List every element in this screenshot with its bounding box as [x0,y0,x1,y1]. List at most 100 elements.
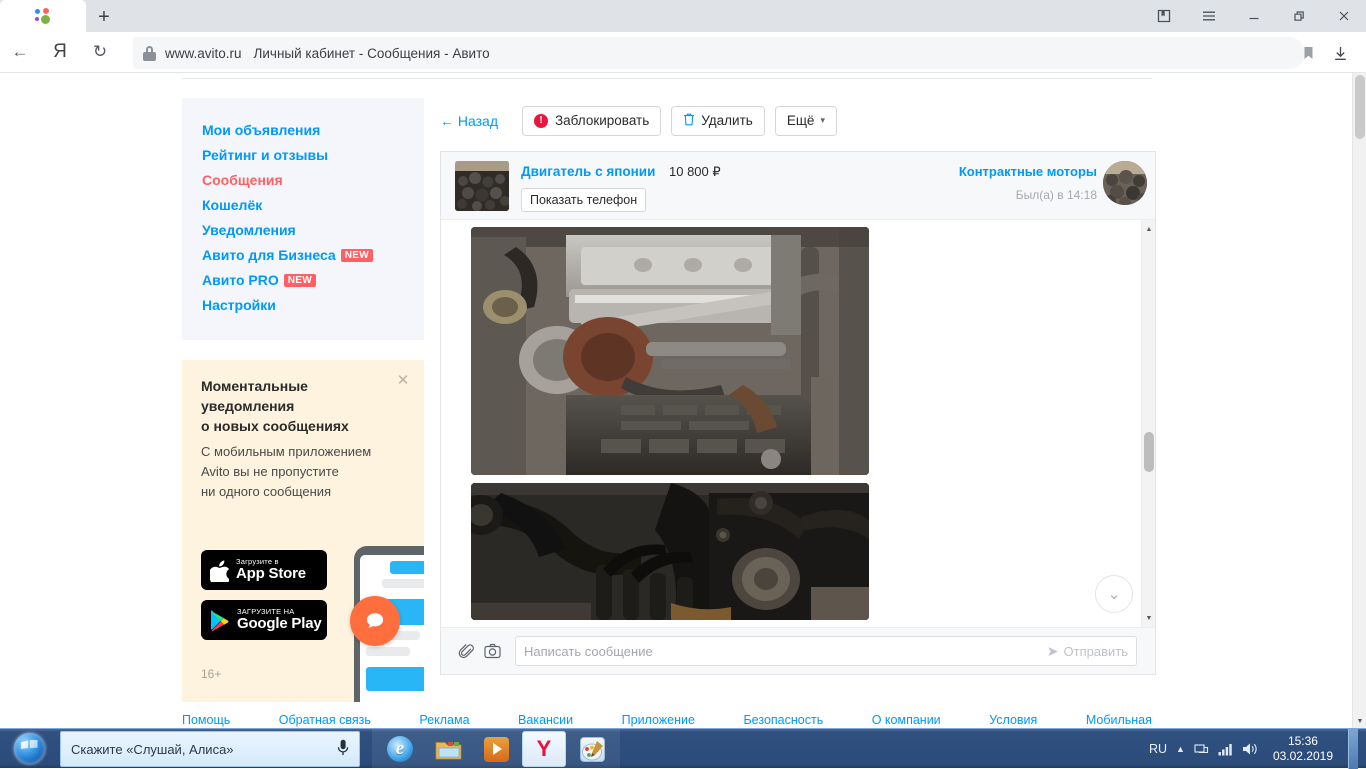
footer-link[interactable]: Условия [989,713,1037,727]
page-scroll-down-arrow[interactable]: ▼ [1353,714,1366,728]
footer-link[interactable]: Безопасность [743,713,823,727]
back-button[interactable]: ← [0,32,40,73]
chat-panel: Двигатель с японии 10 800 ₽ Показать тел… [440,151,1156,675]
seller-avatar[interactable] [1103,161,1147,205]
back-to-list-link[interactable]: ← Назад [440,113,498,129]
footer-link[interactable]: О компании [872,713,941,727]
show-desktop-button[interactable] [1348,729,1358,769]
address-bar[interactable]: www.avito.ru Личный кабинет - Сообщения … [133,37,1305,69]
reload-button[interactable]: ↻ [80,32,120,73]
promo-body-line1: С мобильным приложением [201,442,401,462]
start-button[interactable] [4,730,54,767]
footer-link[interactable]: Помощь [182,713,230,727]
item-title-link[interactable]: Двигатель с японии [521,164,655,179]
block-button-label: Заблокировать [555,113,649,128]
sidebar-item-wallet[interactable]: Кошелёк [202,193,424,218]
chat-column: ← Назад ! Заблокировать Удалить Ещё ▾ [440,98,1156,675]
item-thumbnail[interactable] [455,161,509,211]
block-icon: ! [534,114,548,128]
sidebar-item-avito-pro[interactable]: Авито PRONEW [202,268,424,293]
age-rating: 16+ [201,667,221,681]
block-user-button[interactable]: ! Заблокировать [522,106,661,136]
app-store-badge[interactable]: Загрузите в App Store [201,550,327,590]
app-store-big: App Store [236,566,306,582]
taskbar-clock[interactable]: 15:36 03.02.2019 [1273,734,1333,764]
message-image-2[interactable] [471,483,869,620]
page-scrollbar-thumb[interactable] [1355,75,1365,139]
chat-bubble-icon [350,596,400,646]
promo-title: Моментальные уведомления о новых сообщен… [201,376,376,436]
microphone-icon[interactable] [337,739,349,760]
chat-scrollbar[interactable]: ▲ ▼ [1141,220,1155,627]
sidebar-item-label: Рейтинг и отзывы [202,147,328,163]
sidebar-item-my-ads[interactable]: Мои объявления [202,118,424,143]
scrollbar-up-arrow[interactable]: ▲ [1142,222,1156,236]
close-button[interactable] [1321,0,1366,32]
footer-link[interactable]: Обратная связь [279,713,371,727]
page-top-divider [182,78,1152,79]
taskbar-app-yandex-browser[interactable]: Y [522,731,566,767]
google-play-text: ЗАГРУЗИТЕ НА Google Play [237,608,322,632]
browser-menu-icon[interactable] [1186,0,1231,32]
more-actions-button[interactable]: Ещё ▾ [775,106,837,136]
attach-file-icon[interactable] [453,638,479,664]
sidebar-item-label: Авито PRO [202,272,279,288]
alice-search-bar[interactable]: Скажите «Слушай, Алиса» [60,731,360,767]
bookmark-star[interactable] [1301,37,1316,69]
promo-body-line3: ни одного сообщения [201,482,401,502]
volume-icon[interactable] [1242,742,1258,756]
sidebar-nav: Мои объявления Рейтинг и отзывы Сообщени… [182,98,424,340]
new-tab-button[interactable]: + [86,2,122,32]
restore-button[interactable] [1276,0,1321,32]
browser-tab-avito[interactable] [0,0,86,32]
message-input[interactable] [524,644,1136,659]
chat-scrollbar-thumb[interactable] [1144,432,1154,472]
attach-photo-icon[interactable] [479,638,505,664]
footer-link[interactable]: Приложение [622,713,695,727]
show-phone-button[interactable]: Показать телефон [521,188,646,212]
sidebar-item-messages[interactable]: Сообщения [202,168,424,193]
footer-link[interactable]: Вакансии [518,713,573,727]
delete-chat-button[interactable]: Удалить [671,106,765,136]
page-viewport: Мои объявления Рейтинг и отзывы Сообщени… [0,73,1352,728]
bookmarks-manager-icon[interactable] [1141,0,1186,32]
taskbar-app-paint[interactable] [570,731,614,767]
sidebar-item-avito-business[interactable]: Авито для БизнесаNEW [202,243,424,268]
taskbar-app-internet-explorer[interactable]: e [378,731,422,767]
minimize-button[interactable] [1231,0,1276,32]
message-input-wrapper[interactable]: ➤ Отправить [515,636,1137,666]
url-page-title: Личный кабинет - Сообщения - Авито [254,46,490,61]
taskbar-app-explorer[interactable] [426,731,470,767]
footer-link[interactable]: Реклама [419,713,469,727]
sidebar-item-label: Мои объявления [202,122,320,138]
page-scrollbar[interactable]: ▲ ▼ [1352,73,1366,728]
clock-date: 03.02.2019 [1273,749,1333,763]
seller-last-seen: Был(а) в 14:18 [1016,188,1097,202]
explorer-folder-icon [435,738,462,761]
seller-name-link[interactable]: Контрактные моторы [959,164,1097,179]
sidebar-item-rating[interactable]: Рейтинг и отзывы [202,143,424,168]
taskbar-app-media-player[interactable] [474,731,518,767]
promo-body-line2: Avito вы не пропустите [201,462,401,482]
send-button-label: Отправить [1064,644,1128,659]
scrollbar-down-arrow[interactable]: ▼ [1142,611,1156,625]
language-indicator[interactable]: RU [1149,742,1167,756]
show-hidden-icons-arrow[interactable]: ▲ [1176,744,1185,754]
message-image-1[interactable] [471,227,869,475]
scroll-to-bottom-button[interactable]: ⌄ [1095,575,1133,613]
window-controls [1141,0,1366,32]
message-composer: ➤ Отправить [441,627,1155,674]
network-icon[interactable] [1194,742,1209,756]
send-message-button[interactable]: ➤ Отправить [1047,637,1128,665]
google-play-badge[interactable]: ЗАГРУЗИТЕ НА Google Play [201,600,327,640]
footer-link[interactable]: Мобильная [1086,713,1152,727]
downloads-icon[interactable] [1324,37,1356,69]
sidebar-item-notifications[interactable]: Уведомления [202,218,424,243]
sidebar-item-settings[interactable]: Настройки [202,293,424,318]
promo-close-icon[interactable]: ✕ [396,374,410,388]
yandex-home-icon[interactable]: Я [40,32,80,73]
signal-bars-icon[interactable] [1218,743,1233,756]
chevron-down-icon: ▾ [820,115,825,126]
google-play-icon [210,609,230,631]
footer-links: Помощь Обратная связь Реклама Вакансии П… [182,713,1152,727]
